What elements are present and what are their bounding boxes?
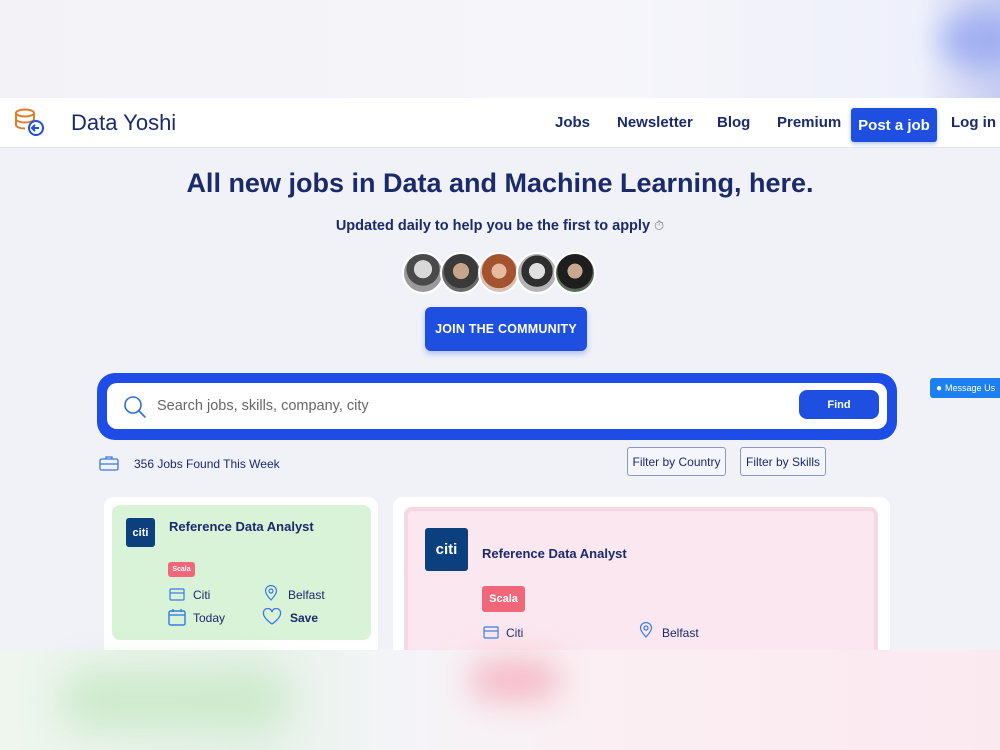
job-title: Reference Data Analyst — [482, 546, 627, 561]
skill-tag[interactable]: Scala — [168, 562, 195, 577]
filter-skills-button[interactable]: Filter by Skills — [740, 447, 826, 476]
posted-date: Today — [193, 611, 226, 625]
search-bar: Find — [97, 373, 897, 440]
heart-icon[interactable] — [262, 608, 282, 626]
blurred-browser-chrome — [0, 0, 1000, 98]
calendar-icon — [169, 588, 185, 601]
nav-premium[interactable]: Premium — [777, 114, 841, 131]
avatar — [516, 252, 558, 294]
company-name: Citi — [506, 626, 524, 640]
community-avatars — [402, 252, 602, 296]
nav-login[interactable]: Log in — [951, 114, 996, 131]
join-community-button[interactable]: JOIN THE COMMUNITY — [425, 307, 587, 351]
location-pin-icon — [639, 622, 653, 638]
avatar — [478, 252, 520, 294]
nav-blog[interactable]: Blog — [717, 114, 750, 131]
find-button[interactable]: Find — [799, 390, 879, 419]
company-name: Citi — [193, 588, 211, 602]
hero-title: All new jobs in Data and Machine Learnin… — [186, 168, 814, 198]
calendar-date-icon — [168, 609, 186, 626]
messenger-label: Message Us — [945, 383, 996, 393]
search-input[interactable] — [157, 391, 777, 421]
job-detail-card: citi Reference Data Analyst Scala Citi B… — [404, 507, 878, 657]
brand-name[interactable]: Data Yoshi — [71, 110, 176, 136]
hero-subtitle: Updated daily to help you be the first t… — [0, 218, 1000, 234]
search-box: Find — [107, 383, 887, 429]
messenger-icon: ● — [936, 382, 943, 394]
hero-subtitle-text: Updated daily to help you be the first t… — [335, 218, 651, 234]
nav-jobs[interactable]: Jobs — [555, 114, 590, 131]
skill-tag[interactable]: Scala — [482, 586, 525, 612]
blurred-footer-area — [0, 650, 1000, 750]
avatar — [554, 252, 596, 294]
avatar — [440, 252, 482, 294]
briefcase-icon — [99, 456, 119, 471]
post-job-button[interactable]: Post a job — [851, 108, 937, 142]
stopwatch-icon: ⏱ — [654, 218, 665, 233]
messenger-button[interactable]: ● Message Us — [930, 378, 1000, 398]
nav-newsletter[interactable]: Newsletter — [617, 114, 693, 131]
navbar: Data Yoshi Jobs Newsletter Blog Premium … — [0, 98, 1000, 148]
jobs-count-text: 356 Jobs Found This Week — [134, 457, 280, 471]
filter-country-button[interactable]: Filter by Country — [627, 447, 726, 476]
database-logo-icon — [15, 108, 44, 136]
avatar — [402, 252, 444, 294]
job-location: Belfast — [662, 626, 699, 640]
job-title[interactable]: Reference Data Analyst — [169, 519, 314, 534]
search-icon — [124, 396, 146, 418]
save-button[interactable]: Save — [290, 611, 318, 625]
location-pin-icon — [264, 585, 278, 601]
company-logo: citi — [425, 528, 468, 571]
job-card[interactable]: citi Reference Data Analyst Scala Citi B… — [112, 505, 371, 640]
job-location: Belfast — [288, 588, 325, 602]
calendar-icon — [483, 626, 499, 639]
company-logo: citi — [126, 518, 155, 547]
